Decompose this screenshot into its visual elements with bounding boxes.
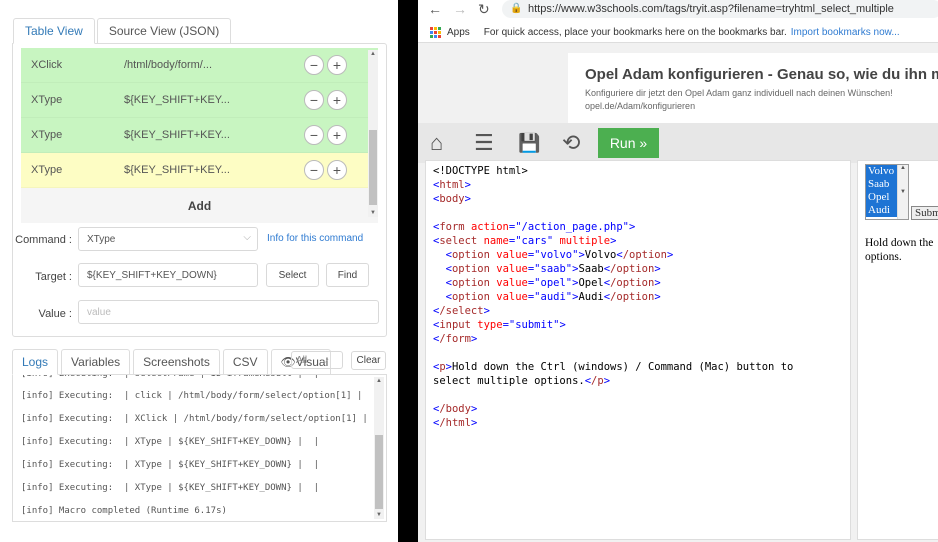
import-bookmarks-link[interactable]: Import bookmarks now... [791, 27, 900, 38]
tryit-page: Opel Adam konfigurieren - Genau so, wie … [418, 42, 938, 542]
target-label: Target : [35, 271, 72, 283]
macro-editor-panel: Table View Source View (JSON) XClick/htm… [0, 0, 398, 542]
command-cell: XClick [31, 59, 63, 71]
command-table-scrollbar[interactable]: ▲ ▼ [368, 50, 378, 217]
row-actions: − + [304, 90, 347, 110]
log-line: [info] Executing: | XType | ${KEY_SHIFT+… [21, 437, 320, 447]
result-frame: VolvoSaabOpelAudi ▲▼ Submit Hold down th… [857, 160, 938, 540]
back-arrow-icon[interactable]: ← [428, 1, 442, 17]
listbox-scrollbar[interactable]: ▲ ▼ [897, 165, 908, 219]
target-input[interactable]: ${KEY_SHIFT+KEY_DOWN} [78, 263, 258, 287]
value-label: Value : [38, 308, 72, 320]
address-bar: ← → ↻ https://www.w3schools.com/tags/try… [418, 0, 938, 20]
remove-row-button[interactable]: − [304, 125, 324, 145]
scroll-down-arrow-icon[interactable]: ▼ [368, 209, 378, 217]
log-filter-value: All [296, 354, 308, 366]
tryit-toolbar: ⌂ ☰ 💾 ⟲ [418, 123, 938, 163]
command-select-value: XType [87, 233, 116, 245]
tab-csv[interactable]: CSV [222, 349, 268, 375]
row-actions: − + [304, 55, 347, 75]
code-editor[interactable]: <!DOCTYPE html> <html> <body> <form acti… [425, 160, 851, 540]
scroll-down-arrow-icon[interactable]: ▼ [374, 511, 384, 519]
value-input[interactable]: value [78, 300, 379, 324]
log-tabs: Logs Variables Screenshots CSV 👁 Visual [12, 349, 334, 375]
command-row[interactable]: XType ${KEY_SHIFT+KEY... − + [21, 118, 378, 153]
scroll-up-arrow-icon[interactable]: ▲ [374, 377, 384, 385]
bookmarks-bar: Apps For quick access, place your bookma… [418, 22, 938, 42]
log-line: [info] Executing: | XType | ${KEY_SHIFT+… [21, 460, 320, 470]
insert-row-button[interactable]: + [327, 125, 347, 145]
scroll-thumb[interactable] [369, 130, 377, 205]
ad-banner[interactable]: Opel Adam konfigurieren - Genau so, wie … [568, 53, 938, 123]
reload-icon[interactable]: ↻ [478, 1, 490, 18]
info-for-command-link[interactable]: Info for this command [267, 233, 363, 244]
add-command-button[interactable]: Add [21, 188, 378, 223]
menu-icon[interactable]: ☰ [474, 130, 494, 156]
table-view-card: XClick/html/body/form/... − + XType ${KEY_SH… [12, 43, 387, 337]
target-cell: /html/body/form/... [124, 59, 213, 71]
row-actions: − + [304, 160, 347, 180]
command-row[interactable]: XType ${KEY_SHIFT+KEY... − + [21, 153, 378, 188]
log-line: [info] Executing: | XClick | /html/body/… [21, 414, 385, 424]
ad-subtitle: Konfiguriere dir jetzt den Opel Adam gan… [585, 88, 893, 98]
scroll-up-arrow-icon[interactable]: ▲ [368, 50, 378, 58]
result-paragraph: Hold down the options. [865, 237, 934, 263]
cars-multiselect[interactable]: Volvo Saab Opel Audi ▲ ▼ [865, 164, 909, 220]
home-icon[interactable]: ⌂ [430, 130, 443, 156]
chevron-down-icon: ⌵ [243, 232, 251, 243]
submit-button[interactable]: Submit [911, 206, 938, 220]
scroll-thumb[interactable] [375, 435, 383, 509]
log-line: [info] Macro completed (Runtime 6.17s) [21, 506, 227, 516]
log-panel: [info] Executing: | selectFrame | ID=ifr… [12, 374, 387, 522]
remove-row-button[interactable]: − [304, 90, 324, 110]
apps-link[interactable]: Apps [447, 27, 470, 38]
ad-title[interactable]: Opel Adam konfigurieren - Genau so, wie … [585, 66, 938, 83]
command-label: Command : [15, 234, 72, 246]
target-cell: ${KEY_SHIFT+KEY... [124, 164, 230, 176]
target-cell: ${KEY_SHIFT+KEY... [124, 94, 230, 106]
log-line: [info] Executing: | XType | ${KEY_SHIFT+… [21, 483, 320, 493]
url-input[interactable]: https://www.w3schools.com/tags/tryit.asp… [502, 0, 938, 18]
find-button[interactable]: Find [326, 263, 369, 287]
command-cell: XType [31, 94, 63, 106]
tab-table-view[interactable]: Table View [13, 18, 95, 44]
forward-arrow-icon[interactable]: → [453, 1, 467, 17]
run-button[interactable]: Run » [598, 128, 659, 158]
rotate-icon[interactable]: ⟲ [562, 130, 580, 156]
chevron-down-icon: ⌵ [321, 354, 329, 366]
command-row[interactable]: XType ${KEY_SHIFT+KEY... − + [21, 83, 378, 118]
log-filter-select[interactable]: All ⌵ [291, 351, 343, 369]
log-line: [info] Executing: | selectFrame | ID=ifr… [21, 374, 320, 379]
tab-variables[interactable]: Variables [61, 349, 131, 375]
target-cell: ${KEY_SHIFT+KEY... [124, 129, 230, 141]
remove-row-button[interactable]: − [304, 55, 324, 75]
remove-row-button[interactable]: − [304, 160, 324, 180]
command-cell: XType [31, 164, 63, 176]
editor-tabs: Table View Source View (JSON) [13, 18, 233, 44]
clear-logs-button[interactable]: Clear [351, 351, 386, 370]
log-scrollbar[interactable]: ▲ ▼ [374, 377, 384, 519]
log-line: [info] Executing: | click | /html/body/f… [21, 391, 379, 401]
row-actions: − + [304, 125, 347, 145]
command-select[interactable]: XType ⌵ [78, 227, 258, 251]
tab-logs[interactable]: Logs [12, 349, 59, 375]
browser-window: ← → ↻ https://www.w3schools.com/tags/try… [418, 0, 938, 542]
tab-screenshots[interactable]: Screenshots [133, 349, 220, 375]
tab-source-view[interactable]: Source View (JSON) [96, 18, 232, 44]
bookmarks-hint: For quick access, place your bookmarks h… [483, 26, 787, 38]
insert-row-button[interactable]: + [327, 90, 347, 110]
lock-icon: 🔒 [510, 3, 523, 14]
command-cell: XType [31, 129, 63, 141]
insert-row-button[interactable]: + [327, 55, 347, 75]
select-button[interactable]: Select [266, 263, 319, 287]
insert-row-button[interactable]: + [327, 160, 347, 180]
ad-url[interactable]: opel.de/Adam/konfigurieren [585, 101, 695, 111]
save-icon[interactable]: 💾 [518, 130, 540, 156]
command-row[interactable]: XClick/html/body/form/... − + [21, 48, 378, 83]
